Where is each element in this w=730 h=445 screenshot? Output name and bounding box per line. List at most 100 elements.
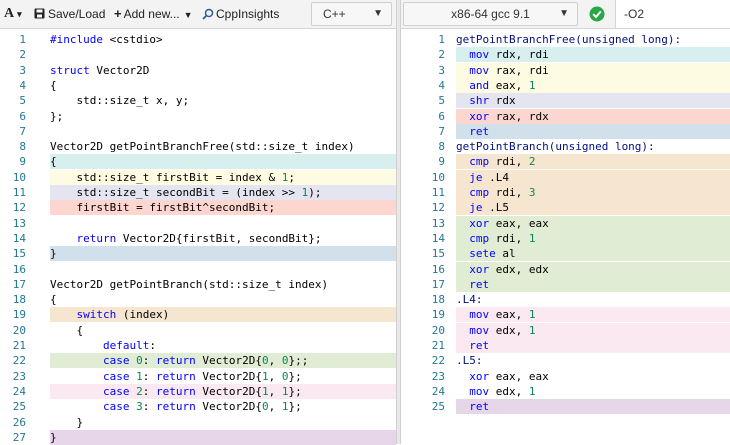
code-text: ret — [456, 276, 730, 292]
line-number: 9 — [438, 155, 445, 169]
code-text: { — [50, 154, 396, 170]
code-text: case 1: return Vector2D{1, 0}; — [102, 369, 302, 383]
code-text: je .L5 — [456, 200, 730, 216]
source-line[interactable]: 15} — [0, 246, 396, 262]
asm-line[interactable]: 16 xor edx, edx — [401, 261, 730, 277]
line-number: 8 — [438, 140, 445, 154]
compile-status-button[interactable] — [585, 3, 609, 25]
source-line[interactable]: 27} — [0, 429, 396, 445]
source-line[interactable]: 4{ — [0, 78, 396, 93]
asm-line[interactable]: 21 ret — [401, 338, 730, 353]
source-line[interactable]: 23 case 1: return Vector2D{1, 0}; — [0, 369, 396, 384]
line-number: 1 — [19, 33, 26, 46]
asm-line[interactable]: 24 mov edx, 1 — [401, 384, 730, 399]
source-line[interactable]: 3 struct Vector2D — [0, 63, 396, 78]
asm-line[interactable]: 15 sete al — [401, 246, 730, 262]
save-load-button[interactable]: Save/Load — [34, 0, 105, 28]
asm-line[interactable]: 14 cmp rdi, 1 — [401, 230, 730, 246]
code-text: xor eax, eax — [469, 369, 549, 383]
asm-line[interactable]: 4 and eax, 1 — [401, 77, 730, 93]
code-text: return Vector2D{firstBit, secondBit}; — [76, 231, 322, 245]
source-toolbar: A ▾ Save/Load + Add new... ▼ CppInsights C+… — [0, 0, 396, 29]
code-text: and eax, 1 — [456, 77, 730, 93]
source-line[interactable]: 26 } — [0, 415, 396, 430]
code-text: getPointBranch(unsigned long): — [456, 140, 655, 154]
source-line[interactable]: 2 — [0, 47, 396, 62]
line-number: 3 — [438, 63, 445, 77]
line-number: 21 — [431, 339, 445, 352]
compiler-toolbar: x86-64 gcc 9.1 ▼ -O2 — [401, 0, 730, 29]
asm-line[interactable]: 2 mov rdx, rdi — [401, 47, 730, 63]
source-line[interactable]: 1 #include <cstdio> — [0, 32, 396, 47]
line-number: 23 — [431, 369, 445, 383]
cppinsights-button[interactable]: CppInsights — [202, 0, 279, 28]
code-text: firstBit = firstBit^secondBit; — [50, 200, 396, 216]
line-number: 4 — [19, 78, 26, 92]
line-number: 25 — [12, 400, 26, 414]
code-text: default: — [102, 339, 156, 352]
asm-line[interactable]: 22 .L5: — [401, 353, 730, 368]
source-line[interactable]: 25 case 3: return Vector2D{0, 1}; — [0, 399, 396, 414]
code-text: .L5: — [456, 354, 483, 368]
add-new-button[interactable]: + Add new... ▼ — [114, 0, 193, 28]
asm-line[interactable]: 18 .L4: — [401, 292, 730, 307]
asm-line[interactable]: 25 ret — [401, 399, 730, 415]
line-number: 24 — [431, 384, 445, 398]
source-line[interactable]: 16 — [0, 262, 396, 277]
source-line[interactable]: 6}; — [0, 109, 396, 124]
line-number: 27 — [12, 430, 26, 444]
line-number: 20 — [431, 323, 445, 337]
asm-line[interactable]: 8 getPointBranch(unsigned long): — [401, 139, 730, 154]
asm-line[interactable]: 23 xor eax, eax — [401, 369, 730, 384]
asm-line[interactable]: 9 cmp rdi, 2 — [401, 154, 730, 170]
source-line[interactable]: 17 Vector2D getPointBranch(std::size_t in… — [0, 277, 396, 292]
font-size-button[interactable]: A ▾ — [4, 0, 22, 28]
compiler-options-text: -O2 — [624, 7, 645, 21]
source-line[interactable]: 14 return Vector2D{firstBit, secondBit}; — [0, 231, 396, 246]
asm-line[interactable]: 12 je .L5 — [401, 200, 730, 216]
line-number: 19 — [431, 308, 445, 322]
source-line[interactable]: 7 — [0, 124, 396, 139]
source-line[interactable]: 8 Vector2D getPointBranchFree(std::size_t… — [0, 139, 396, 154]
source-line[interactable]: 19 switch (index) — [0, 307, 396, 323]
asm-line[interactable]: 7 ret — [401, 123, 730, 139]
asm-line[interactable]: 13 xor eax, eax — [401, 215, 730, 231]
source-line[interactable]: 13 — [0, 216, 396, 231]
asm-line[interactable]: 11 cmp rdi, 3 — [401, 185, 730, 200]
compiler-options-input[interactable]: -O2 — [615, 0, 730, 28]
line-number: 20 — [12, 323, 26, 337]
line-number: 17 — [431, 277, 445, 291]
code-text: switch (index) — [50, 307, 396, 323]
line-number: 2 — [438, 48, 445, 62]
asm-line[interactable]: 3 mov rax, rdi — [401, 62, 730, 78]
asm-line[interactable]: 20 mov edx, 1 — [401, 322, 730, 338]
asm-line[interactable]: 1 getPointBranchFree(unsigned long): — [401, 32, 730, 47]
source-line[interactable]: 12 firstBit = firstBit^secondBit; — [0, 200, 396, 216]
asm-line[interactable]: 19 mov eax, 1 — [401, 307, 730, 323]
asm-line[interactable]: 17 ret — [401, 276, 730, 292]
source-line[interactable]: 24 case 2: return Vector2D{1, 1}; — [0, 383, 396, 399]
source-line[interactable]: 18 { — [0, 292, 396, 307]
code-text: ret — [456, 338, 730, 353]
source-line[interactable]: 9{ — [0, 154, 396, 170]
line-number: 25 — [431, 400, 445, 414]
assembly-output[interactable]: 1 getPointBranchFree(unsigned long): 2 mov… — [401, 28, 730, 444]
line-number: 21 — [12, 339, 26, 352]
source-editor[interactable]: 1 #include <cstdio> 2 3 struct Vector2D 4{5 s… — [0, 28, 396, 445]
source-line[interactable]: 10 std::size_t firstBit = index & 1; — [0, 169, 396, 185]
compiler-select[interactable]: x86-64 gcc 9.1 ▼ — [403, 2, 578, 26]
language-select[interactable]: C++ ▼ — [311, 2, 392, 26]
source-line[interactable]: 22 case 0: return Vector2D{0, 0};; — [0, 353, 396, 369]
source-line[interactable]: 5 std::size_t x, y; — [0, 93, 396, 108]
line-number: 18 — [12, 293, 26, 307]
asm-line[interactable]: 5 shr rdx — [401, 93, 730, 109]
compiler-label: x86-64 gcc 9.1 — [451, 7, 530, 21]
asm-line[interactable]: 10 je .L4 — [401, 169, 730, 185]
source-line[interactable]: 21 default: — [0, 338, 396, 353]
line-number: 11 — [12, 186, 26, 199]
source-line[interactable]: 11 std::size_t secondBit = (index >> 1); — [0, 185, 396, 200]
source-line[interactable]: 20 { — [0, 323, 396, 338]
asm-line[interactable]: 6 xor rax, rdx — [401, 108, 730, 124]
